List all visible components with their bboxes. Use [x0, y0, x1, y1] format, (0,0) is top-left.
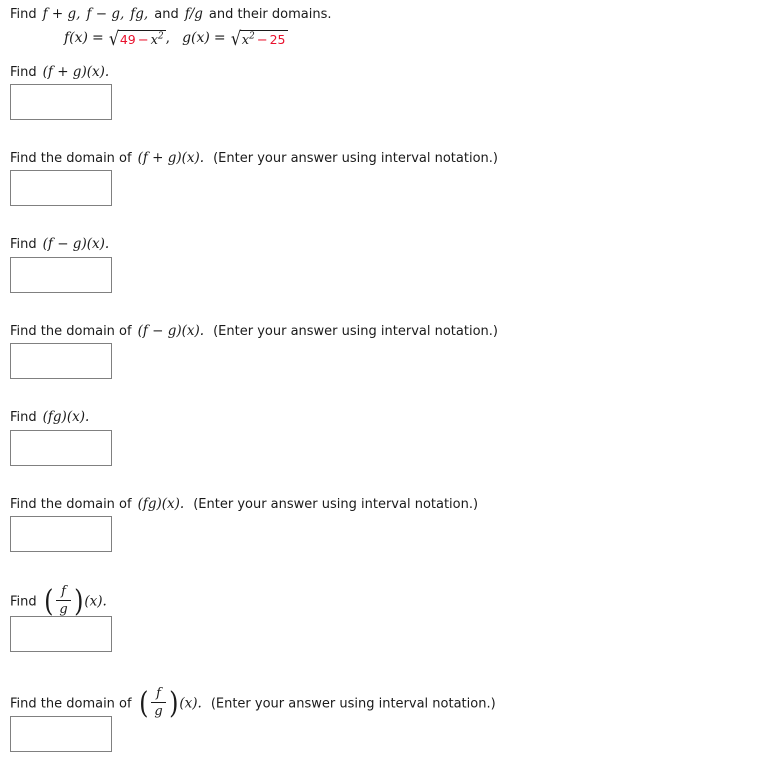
- radicand-g: x2−25: [239, 30, 288, 48]
- fraction-numerator: f: [61, 584, 66, 599]
- question-expression-suffix: (x).: [84, 593, 107, 610]
- exercise-instruction: Find f + g, f − g, fg, and f/g and their domai…: [10, 6, 332, 23]
- instruction-expr-difference: f − g,: [86, 6, 125, 22]
- radicand-f-exponent: 2: [158, 31, 164, 42]
- answer-input-difference-domain[interactable]: [10, 343, 112, 379]
- instruction-conjunction: and: [154, 7, 179, 22]
- question-lead: Find: [10, 410, 37, 425]
- answer-input-sum-value[interactable]: [10, 84, 112, 120]
- fraction-numerator: f: [156, 686, 161, 701]
- question-label-quotient-domain: Find the domain of (f g)(x). (Enter your an…: [10, 685, 496, 721]
- radicand-g-variable: x: [241, 33, 250, 48]
- question-label-sum-value: Find (f + g)(x).: [10, 64, 109, 81]
- instruction-expr-quotient: f/g: [184, 6, 203, 22]
- radicand-f-operator: −: [137, 33, 149, 48]
- question-lead: Find the domain of: [10, 497, 132, 512]
- question-lead: Find the domain of: [10, 151, 132, 166]
- question-lead: Find the domain of: [10, 696, 132, 712]
- question-expression: (f + g)(x).: [42, 64, 110, 80]
- fraction-denominator: g: [154, 703, 163, 719]
- question-expression: (f − g)(x).: [137, 323, 205, 339]
- fraction-f-over-g: (f g): [138, 685, 179, 721]
- radical-f: √49− x2: [108, 28, 166, 50]
- question-hint: (Enter your answer using interval notati…: [213, 151, 498, 166]
- instruction-expr-product: fg,: [130, 6, 149, 22]
- radicand-f-term1: 49: [119, 32, 136, 47]
- fraction-body: fg: [149, 687, 167, 719]
- answer-input-sum-domain[interactable]: [10, 170, 112, 206]
- radicand-g-exponent: 2: [249, 31, 255, 42]
- function-g-equals: =: [213, 30, 226, 46]
- question-hint: (Enter your answer using interval notati…: [193, 497, 479, 512]
- answer-input-product-domain[interactable]: [10, 516, 112, 552]
- question-lead: Find the domain of: [10, 324, 132, 339]
- answer-input-quotient-domain[interactable]: [10, 716, 112, 752]
- question-expression: (f + g)(x).: [137, 150, 205, 166]
- fraction-denominator: g: [59, 601, 68, 617]
- function-f-equals: =: [92, 30, 104, 46]
- exercise-page: Find f + g, f − g, fg, and f/g and their domai…: [0, 0, 774, 766]
- question-label-product-domain: Find the domain of (fg)(x). (Enter your an…: [10, 496, 478, 513]
- radicand-f: 49− x2: [117, 30, 166, 48]
- fraction-f-over-g: (f g): [43, 583, 84, 619]
- question-expression-suffix: (x).: [179, 695, 202, 712]
- question-hint: (Enter your answer using interval notati…: [210, 696, 496, 712]
- question-expression: (fg)(x).: [42, 409, 90, 425]
- answer-input-quotient-value[interactable]: [10, 616, 112, 652]
- question-label-sum-domain: Find the domain of (f + g)(x). (Enter your…: [10, 150, 498, 167]
- answer-input-difference-value[interactable]: [10, 257, 112, 293]
- question-label-difference-domain: Find the domain of (f − g)(x). (Enter your…: [10, 323, 498, 340]
- instruction-tail: and their domains.: [208, 7, 332, 22]
- question-label-quotient-value: Find (f g)(x).: [10, 583, 107, 619]
- question-lead: Find: [10, 594, 37, 610]
- fraction-bar: [56, 599, 71, 601]
- question-label-product-value: Find (fg)(x).: [10, 409, 89, 426]
- question-lead: Find: [10, 65, 37, 80]
- question-expression: (f − g)(x).: [42, 236, 110, 252]
- radical-g: √x2−25: [230, 28, 288, 50]
- fraction-bar: [151, 701, 166, 703]
- given-functions-line: f(x) = √49− x2, g(x) = √x2−25: [64, 28, 288, 50]
- function-g-label: g(x): [182, 30, 210, 46]
- radicand-f-variable: x: [150, 33, 159, 48]
- given-separator: ,: [165, 30, 171, 46]
- function-f-label: f(x): [64, 30, 89, 46]
- answer-input-product-value[interactable]: [10, 430, 112, 466]
- question-expression: (fg)(x).: [137, 496, 185, 512]
- instruction-lead: Find: [10, 7, 37, 22]
- question-lead: Find: [10, 237, 37, 252]
- radicand-g-operator: −: [256, 33, 268, 48]
- question-hint: (Enter your answer using interval notati…: [213, 324, 498, 339]
- question-label-difference-value: Find (f − g)(x).: [10, 236, 109, 253]
- instruction-expr-sum: f + g,: [42, 6, 81, 22]
- radical-sign-icon: √: [230, 28, 241, 50]
- fraction-body: fg: [54, 585, 72, 617]
- radical-sign-icon: √: [108, 28, 119, 50]
- radicand-g-term2: 25: [269, 32, 286, 47]
